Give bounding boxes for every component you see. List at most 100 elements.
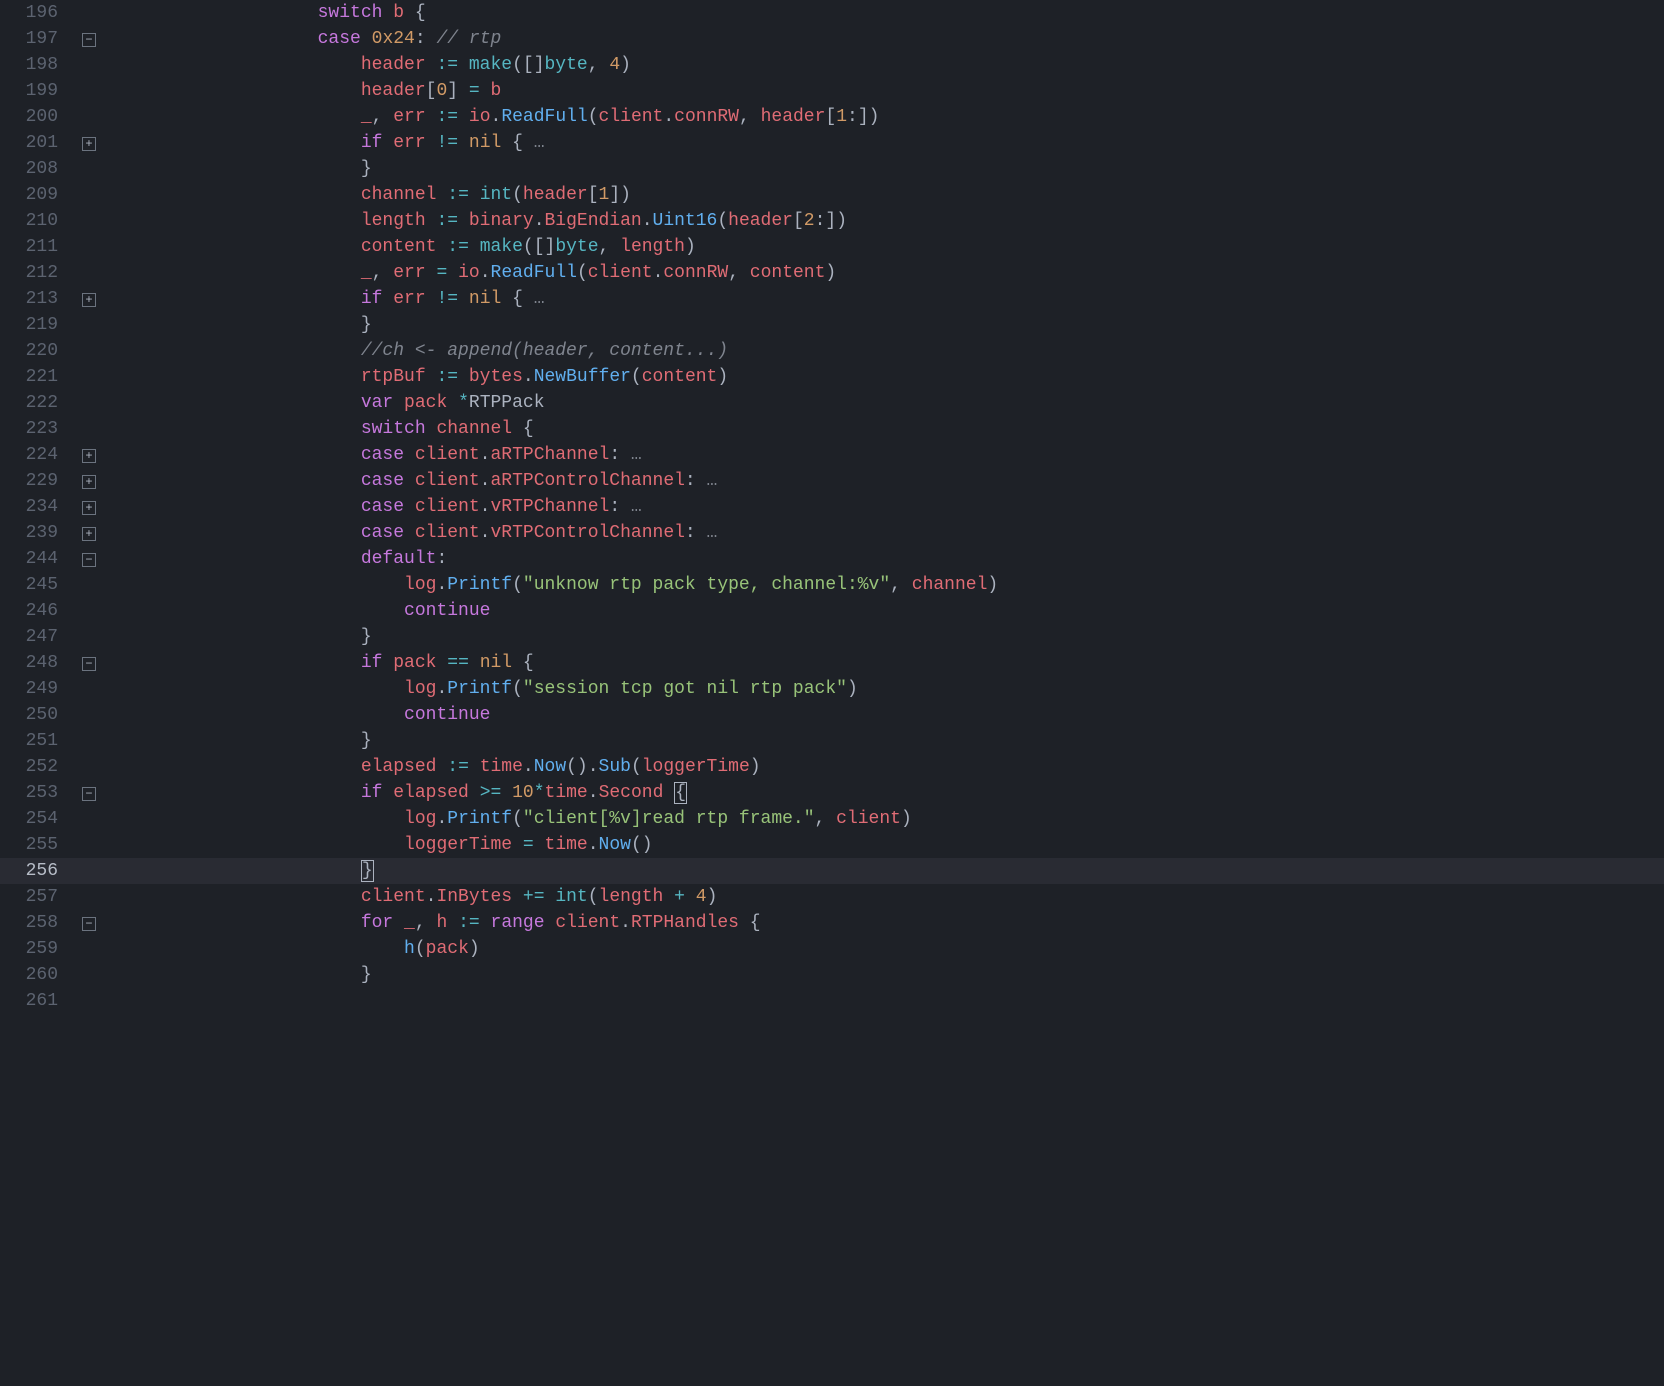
code-text[interactable]: length := binary.BigEndian.Uint16(header…	[188, 208, 847, 234]
code-text[interactable]: continue	[188, 598, 490, 624]
code-line[interactable]: 260 }	[0, 962, 1664, 988]
fold-expand-icon[interactable]: +	[82, 293, 96, 307]
code-line[interactable]: 212 _, err = io.ReadFull(client.connRW, …	[0, 260, 1664, 286]
fold-expand-icon[interactable]: +	[82, 501, 96, 515]
code-line[interactable]: 200 _, err := io.ReadFull(client.connRW,…	[0, 104, 1664, 130]
code-line[interactable]: 229+ case client.aRTPControlChannel: …	[0, 468, 1664, 494]
code-line[interactable]: 197− case 0x24: // rtp	[0, 26, 1664, 52]
code-line[interactable]: 209 channel := int(header[1])	[0, 182, 1664, 208]
code-text[interactable]: switch b {	[188, 0, 426, 26]
code-line[interactable]: 249 log.Printf("session tcp got nil rtp …	[0, 676, 1664, 702]
code-text[interactable]: _, err := io.ReadFull(client.connRW, hea…	[188, 104, 879, 130]
code-line[interactable]: 208 }	[0, 156, 1664, 182]
code-text[interactable]: content := make([]byte, length)	[188, 234, 696, 260]
code-line[interactable]: 254 log.Printf("client[%v]read rtp frame…	[0, 806, 1664, 832]
code-text[interactable]: client.InBytes += int(length + 4)	[188, 884, 717, 910]
code-text[interactable]: if pack == nil {	[188, 650, 534, 676]
code-line[interactable]: 221 rtpBuf := bytes.NewBuffer(content)	[0, 364, 1664, 390]
code-text[interactable]: for _, h := range client.RTPHandles {	[188, 910, 761, 936]
code-line[interactable]: 199 header[0] = b	[0, 78, 1664, 104]
code-line[interactable]: 201+ if err != nil { …	[0, 130, 1664, 156]
code-text[interactable]: channel := int(header[1])	[188, 182, 631, 208]
code-text[interactable]: switch channel {	[188, 416, 534, 442]
code-line[interactable]: 211 content := make([]byte, length)	[0, 234, 1664, 260]
code-line[interactable]: 256 }	[0, 858, 1664, 884]
line-number: 258	[0, 910, 80, 936]
code-line[interactable]: 246 continue	[0, 598, 1664, 624]
code-line[interactable]: 261	[0, 988, 1664, 1014]
code-line[interactable]: 248− if pack == nil {	[0, 650, 1664, 676]
line-number: 212	[0, 260, 80, 286]
code-text[interactable]: header[0] = b	[188, 78, 501, 104]
fold-gutter: +	[82, 520, 104, 546]
code-text[interactable]: if err != nil { …	[188, 286, 545, 312]
code-line[interactable]: 222 var pack *RTPPack	[0, 390, 1664, 416]
line-number: 257	[0, 884, 80, 910]
code-text[interactable]: case client.vRTPControlChannel: …	[188, 520, 717, 546]
code-line[interactable]: 250 continue	[0, 702, 1664, 728]
code-line[interactable]: 247 }	[0, 624, 1664, 650]
code-line[interactable]: 257 client.InBytes += int(length + 4)	[0, 884, 1664, 910]
code-line[interactable]: 219 }	[0, 312, 1664, 338]
line-number: 249	[0, 676, 80, 702]
code-text[interactable]: }	[188, 962, 372, 988]
code-text[interactable]: }	[188, 624, 372, 650]
code-line[interactable]: 255 loggerTime = time.Now()	[0, 832, 1664, 858]
code-text[interactable]: case 0x24: // rtp	[188, 26, 501, 52]
fold-collapse-icon[interactable]: −	[82, 657, 96, 671]
code-line[interactable]: 224+ case client.aRTPChannel: …	[0, 442, 1664, 468]
code-text[interactable]: }	[188, 858, 374, 884]
code-text[interactable]: header := make([]byte, 4)	[188, 52, 631, 78]
code-line[interactable]: 196 switch b {	[0, 0, 1664, 26]
code-text[interactable]: case client.aRTPChannel: …	[188, 442, 642, 468]
code-text[interactable]: if err != nil { …	[188, 130, 545, 156]
fold-collapse-icon[interactable]: −	[82, 787, 96, 801]
line-number: 246	[0, 598, 80, 624]
code-text[interactable]: }	[188, 156, 372, 182]
line-number: 256	[0, 858, 80, 884]
code-text[interactable]: case client.aRTPControlChannel: …	[188, 468, 717, 494]
code-text[interactable]: log.Printf("client[%v]read rtp frame.", …	[188, 806, 912, 832]
fold-gutter: +	[82, 286, 104, 312]
code-text[interactable]: if elapsed >= 10*time.Second {	[188, 780, 687, 806]
code-line[interactable]: 213+ if err != nil { …	[0, 286, 1664, 312]
code-line[interactable]: 223 switch channel {	[0, 416, 1664, 442]
fold-collapse-icon[interactable]: −	[82, 33, 96, 47]
code-editor[interactable]: 196 switch b {197− case 0x24: // rtp198 …	[0, 0, 1664, 1386]
code-text[interactable]: }	[188, 312, 372, 338]
fold-expand-icon[interactable]: +	[82, 527, 96, 541]
code-line[interactable]: 220 //ch <- append(header, content...)	[0, 338, 1664, 364]
code-line[interactable]: 244− default:	[0, 546, 1664, 572]
code-text[interactable]: log.Printf("unknow rtp pack type, channe…	[188, 572, 998, 598]
code-line[interactable]: 245 log.Printf("unknow rtp pack type, ch…	[0, 572, 1664, 598]
code-text[interactable]	[188, 988, 318, 1014]
code-text[interactable]: case client.vRTPChannel: …	[188, 494, 642, 520]
fold-collapse-icon[interactable]: −	[82, 917, 96, 931]
line-number: 199	[0, 78, 80, 104]
code-text[interactable]: default:	[188, 546, 447, 572]
code-line[interactable]: 252 elapsed := time.Now().Sub(loggerTime…	[0, 754, 1664, 780]
code-text[interactable]: //ch <- append(header, content...)	[188, 338, 728, 364]
code-line[interactable]: 258− for _, h := range client.RTPHandles…	[0, 910, 1664, 936]
fold-expand-icon[interactable]: +	[82, 449, 96, 463]
fold-expand-icon[interactable]: +	[82, 475, 96, 489]
code-line[interactable]: 259 h(pack)	[0, 936, 1664, 962]
code-line[interactable]: 239+ case client.vRTPControlChannel: …	[0, 520, 1664, 546]
code-text[interactable]: }	[188, 728, 372, 754]
code-text[interactable]: log.Printf("session tcp got nil rtp pack…	[188, 676, 858, 702]
code-text[interactable]: var pack *RTPPack	[188, 390, 545, 416]
fold-expand-icon[interactable]: +	[82, 137, 96, 151]
fold-gutter: +	[82, 442, 104, 468]
code-line[interactable]: 210 length := binary.BigEndian.Uint16(he…	[0, 208, 1664, 234]
code-text[interactable]: rtpBuf := bytes.NewBuffer(content)	[188, 364, 728, 390]
code-line[interactable]: 251 }	[0, 728, 1664, 754]
code-text[interactable]: continue	[188, 702, 490, 728]
code-text[interactable]: elapsed := time.Now().Sub(loggerTime)	[188, 754, 761, 780]
code-line[interactable]: 234+ case client.vRTPChannel: …	[0, 494, 1664, 520]
code-text[interactable]: _, err = io.ReadFull(client.connRW, cont…	[188, 260, 836, 286]
code-text[interactable]: h(pack)	[188, 936, 480, 962]
code-line[interactable]: 198 header := make([]byte, 4)	[0, 52, 1664, 78]
code-text[interactable]: loggerTime = time.Now()	[188, 832, 653, 858]
fold-collapse-icon[interactable]: −	[82, 553, 96, 567]
code-line[interactable]: 253− if elapsed >= 10*time.Second {	[0, 780, 1664, 806]
